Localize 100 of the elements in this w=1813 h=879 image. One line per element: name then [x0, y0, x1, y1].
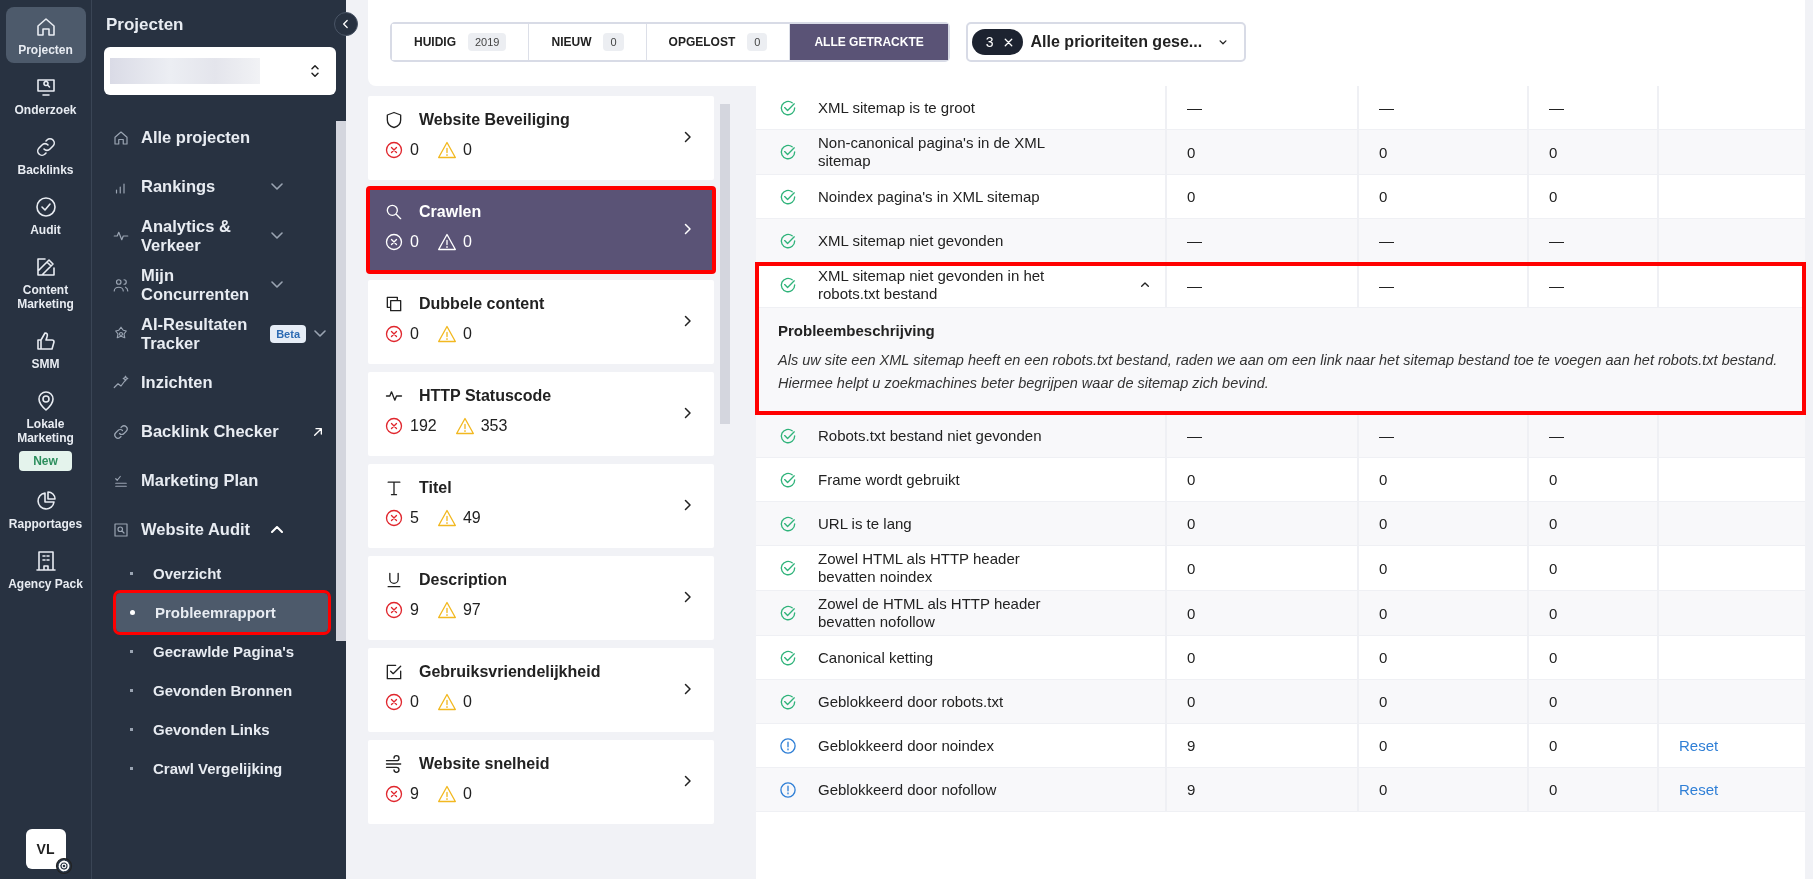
table-cell: 0	[1549, 143, 1558, 161]
issue-name[interactable]: Noindex pagina's in XML sitemap	[818, 183, 1080, 210]
category-card[interactable]: Website snelheid 9 0	[368, 740, 714, 824]
check-circle-icon	[778, 275, 798, 295]
category-card[interactable]: HTTP Statuscode 192 353	[368, 372, 714, 456]
error-icon	[384, 784, 404, 804]
table-cell: 0	[1549, 559, 1558, 577]
sidebar-item[interactable]: Rankings	[100, 162, 336, 211]
category-card[interactable]: Dubbele content 0 0	[368, 280, 714, 364]
issue-name[interactable]: Robots.txt bestand niet gevonden	[818, 422, 1080, 449]
submenu-item[interactable]: Gecrawlde Pagina's	[116, 632, 328, 671]
new-badge: New	[19, 451, 72, 471]
rail-nav-item[interactable]: Agency Pack	[5, 541, 86, 597]
warning-icon	[436, 508, 457, 528]
info-icon	[778, 735, 798, 756]
sidebar-item[interactable]: Marketing Plan	[100, 456, 336, 505]
collapse-button[interactable]	[334, 12, 358, 36]
table-cell: —	[1549, 99, 1564, 116]
issue-name[interactable]: Geblokkeerd door robots.txt	[818, 688, 1080, 715]
category-card[interactable]: Titel 5 49	[368, 464, 714, 548]
count-badge: 2019	[468, 33, 507, 51]
warning-icon	[436, 784, 457, 804]
submenu-item[interactable]: Gevonden Links	[116, 710, 328, 749]
issue-name[interactable]: XML sitemap niet gevonden in het robots.txt bestand	[818, 263, 1080, 307]
user-avatar[interactable]: VL	[25, 829, 66, 869]
table-cell: —	[1379, 99, 1394, 116]
submenu-item[interactable]: Overzicht	[116, 554, 328, 593]
description-text: Als uw site een XML sitemap heeft en een robots.txt bestand, raden we aan om een link naar het sitemap bestand toe te voegen aan het robots.txt bestand. Hiermee helpt u zoekmachines beter begrijpen waar de sitemap zich bevind.	[778, 351, 1779, 393]
category-card[interactable]: Gebruiksvriendelijkheid 0 0	[368, 648, 714, 732]
table-cell: —	[1379, 427, 1394, 444]
rail-nav-item[interactable]: Projecten	[5, 7, 86, 63]
sidebar-item[interactable]: Inzichten	[100, 358, 336, 407]
submenu-item[interactable]: Probleemrapport	[116, 593, 328, 632]
wind-icon	[384, 754, 404, 774]
rail-nav-item[interactable]: SMM	[5, 321, 86, 377]
rail-nav-item[interactable]: Onderzoek	[5, 67, 86, 123]
copy-icon	[384, 294, 404, 314]
sidebar-title: Projecten	[105, 14, 185, 36]
chevron-down-icon	[271, 232, 283, 239]
issue-name[interactable]: Frame wordt gebruikt	[818, 466, 1080, 493]
table-cell: 0	[1187, 559, 1196, 577]
sidebar-item[interactable]: Analytics & Verkeer	[100, 211, 336, 260]
table-cell: —	[1187, 427, 1202, 444]
chevron-down-icon	[271, 281, 283, 288]
issue-name[interactable]: Non-canonical pagina's in de XML sitemap	[818, 130, 1080, 174]
issue-name[interactable]: Geblokkeerd door nofollow	[818, 776, 1080, 803]
table-cell: 0	[1549, 693, 1558, 710]
beta-badge: Beta	[270, 324, 306, 343]
issue-name[interactable]: XML sitemap niet gevonden	[818, 227, 1080, 254]
warning-icon	[436, 324, 457, 344]
issue-name[interactable]: Zowel HTML als HTTP header bevatten noindex	[818, 546, 1080, 590]
issue-name[interactable]: Geblokkeerd door noindex	[818, 732, 1080, 759]
category-card[interactable]: Crawlen 0 0	[368, 188, 714, 272]
submenu-item[interactable]: Gevonden Bronnen	[116, 671, 328, 710]
table-cell: 0	[1379, 604, 1388, 622]
chevron-down-icon	[314, 330, 326, 337]
table-cell: 0	[1549, 781, 1558, 798]
table-cell: 0	[1379, 559, 1388, 577]
filter-tab[interactable]: HUIDIG 2019	[392, 24, 530, 60]
issue-name[interactable]: XML sitemap is te groot	[818, 94, 1080, 121]
table-cell: —	[1549, 276, 1564, 294]
check-circle-icon	[778, 603, 798, 623]
checkbox-icon	[384, 662, 404, 682]
table-cell: 0	[1187, 515, 1196, 532]
filter-tab[interactable]: ALLE GETRACKTE	[790, 24, 948, 60]
sidebar-item[interactable]: AI-Resultaten Tracker Beta	[100, 309, 336, 358]
rail-nav-item[interactable]: Content Marketing	[5, 247, 86, 317]
rail-nav-item[interactable]: Audit	[5, 187, 86, 243]
rail-nav-item[interactable]: Lokale Marketing New	[5, 381, 86, 477]
table-cell: 0	[1549, 188, 1558, 205]
warning-icon	[454, 416, 475, 436]
table-cell: 0	[1187, 649, 1196, 666]
issue-name[interactable]: Zowel de HTML als HTTP header bevatten nofollow	[818, 591, 1080, 635]
sidebar-item[interactable]: Backlink Checker	[100, 407, 336, 456]
submenu-item[interactable]: Crawl Vergelijking	[116, 749, 328, 788]
table-cell: 0	[1379, 737, 1388, 754]
table-cell: 0	[1379, 693, 1388, 710]
sidebar-item[interactable]: Alle projecten	[100, 113, 336, 162]
chevron-up-icon	[271, 526, 283, 533]
category-card[interactable]: Website Beveiliging 0 0	[368, 96, 714, 180]
issue-name[interactable]: Canonical ketting	[818, 644, 1080, 671]
rail-nav-item[interactable]: Rapportages	[5, 481, 86, 537]
sidebar-item[interactable]: Website Audit	[100, 505, 336, 554]
error-icon	[384, 232, 404, 252]
reset-link[interactable]: Reset	[1679, 781, 1719, 798]
sidebar-item[interactable]: Mijn Concurrenten	[100, 260, 336, 309]
bullet-icon	[130, 650, 133, 653]
error-icon	[384, 140, 404, 160]
category-card[interactable]: Description 9 97	[368, 556, 714, 640]
error-icon	[384, 600, 404, 620]
priority-dropdown[interactable]: 3 Alle prioriteiten gese...	[965, 22, 1247, 62]
reset-link[interactable]: Reset	[1679, 737, 1719, 754]
error-icon	[384, 508, 404, 528]
issue-name[interactable]: URL is te lang	[818, 510, 1080, 537]
selected-count-chip[interactable]: 3	[971, 29, 1023, 55]
table-cell: 9	[1187, 781, 1196, 798]
check-circle-icon	[778, 142, 798, 162]
bullet-icon	[130, 767, 133, 770]
rail-nav-item[interactable]: Backlinks	[5, 127, 86, 183]
error-icon	[384, 416, 404, 436]
